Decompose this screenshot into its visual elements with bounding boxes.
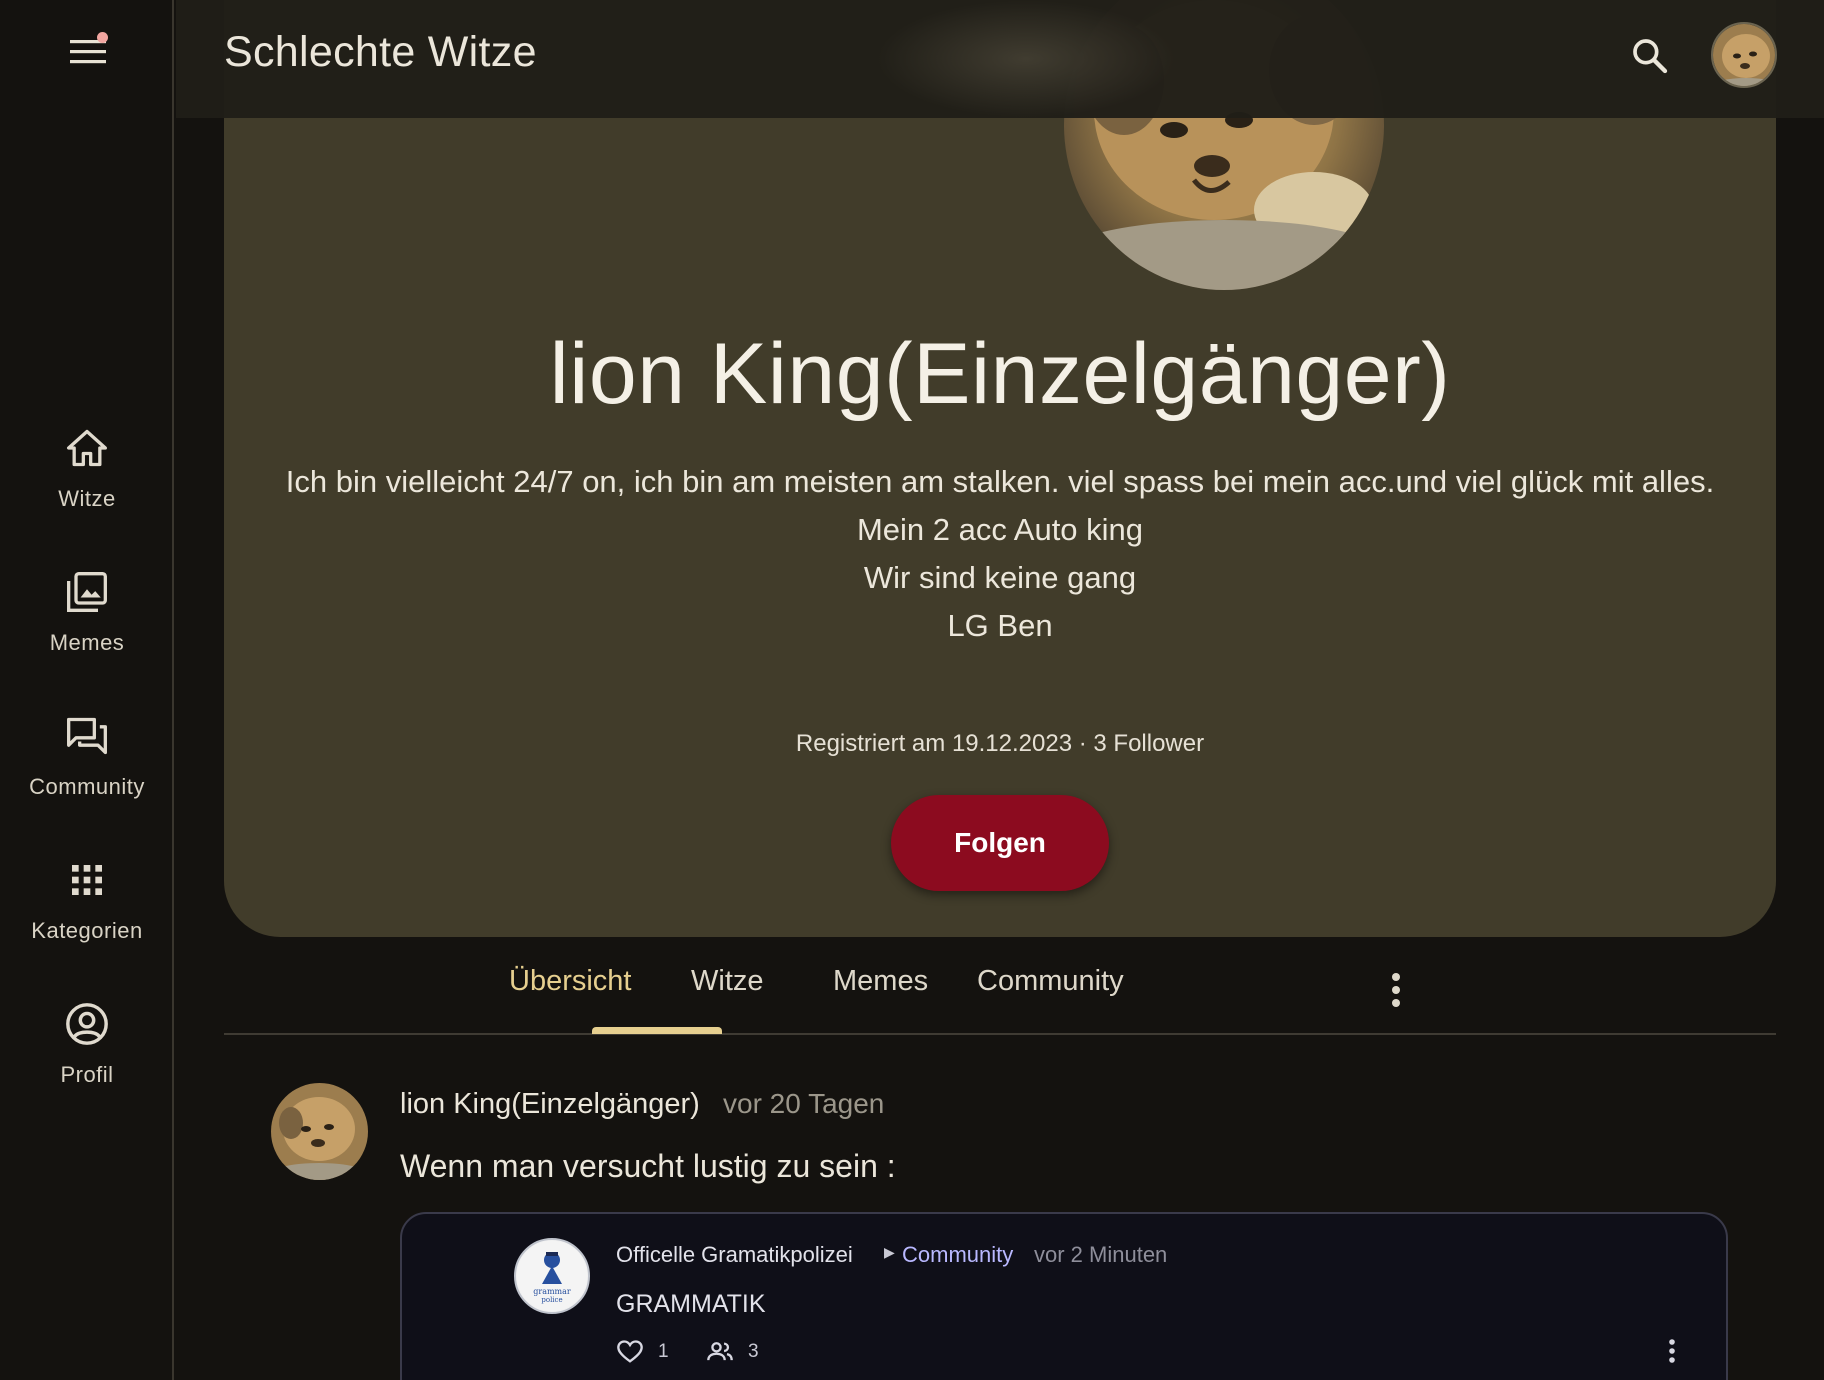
rail-item-memes[interactable]: Memes	[0, 568, 174, 688]
post-timestamp: vor 20 Tagen	[723, 1088, 885, 1119]
rail-item-profil[interactable]: Profil	[0, 1000, 174, 1120]
rail-label: Witze	[58, 486, 116, 511]
heart-icon	[617, 1340, 643, 1363]
search-button[interactable]	[1622, 28, 1678, 84]
tab-memes[interactable]: Memes	[833, 965, 928, 998]
embedded-post-card[interactable]: grammar police Officelle Gramatikpolizei…	[400, 1212, 1728, 1380]
profile-bio: Ich bin vielleicht 24/7 on, ich bin am m…	[284, 458, 1716, 650]
tab-witze[interactable]: Witze	[691, 965, 764, 998]
participants-button[interactable]: 3	[706, 1338, 759, 1366]
rail-item-kategorien[interactable]: Kategorien	[0, 856, 174, 976]
bio-line: LG Ben	[947, 608, 1053, 643]
rail-item-witze[interactable]: Witze	[0, 424, 174, 544]
bio-line: Ich bin vielleicht 24/7 on, ich bin am m…	[285, 464, 1715, 499]
embedded-community-link[interactable]: Community	[902, 1242, 1013, 1268]
embedded-timestamp: vor 2 Minuten	[1034, 1242, 1168, 1267]
rail-label: Profil	[60, 1062, 114, 1087]
breadcrumb-arrow-icon: ▶	[884, 1244, 895, 1260]
participant-count: 3	[748, 1341, 759, 1362]
like-count: 1	[658, 1341, 669, 1362]
home-icon	[63, 424, 111, 472]
embedded-author-name[interactable]: Officelle Gramatikpolizei	[616, 1242, 853, 1268]
bio-line: Mein 2 acc Auto king	[856, 512, 1144, 547]
navigation-rail: Witze Memes Community Kategorien Profil	[0, 0, 174, 1380]
forum-icon	[63, 712, 111, 760]
more-vert-icon	[1669, 1339, 1675, 1363]
top-app-bar: Schlechte Witze	[176, 0, 1824, 118]
rail-label: Memes	[49, 630, 125, 655]
rail-label: Community	[29, 774, 145, 799]
avatar-text-line: grammar	[533, 1287, 571, 1296]
bio-line: Wir sind keine gang	[863, 560, 1137, 595]
post-author-name[interactable]: lion King(Einzelgänger)	[400, 1088, 700, 1121]
profile-header-card: lion King(Einzelgänger) Ich bin vielleic…	[224, 0, 1776, 937]
header-glow	[876, 0, 1176, 118]
tab-uebersicht[interactable]: Übersicht	[509, 965, 632, 998]
image-library-icon	[63, 568, 111, 616]
like-button[interactable]: 1	[616, 1338, 669, 1366]
menu-button[interactable]	[60, 28, 116, 76]
tabs-more-button[interactable]	[1376, 965, 1416, 1015]
embedded-author-avatar[interactable]: grammar police	[514, 1238, 590, 1314]
more-vert-icon	[1392, 973, 1400, 1007]
tab-community[interactable]: Community	[977, 965, 1124, 998]
user-avatar-button[interactable]	[1711, 22, 1777, 88]
app-title: Schlechte Witze	[224, 28, 537, 76]
profile-meta: Registriert am 19.12.2023 · 3 Follower	[795, 730, 1205, 757]
people-icon	[707, 1342, 733, 1361]
notification-dot	[97, 32, 108, 43]
account-circle-icon	[63, 1000, 111, 1048]
profile-tabs: Übersicht Witze Memes Community	[224, 955, 1776, 1035]
avatar-text-line: police	[541, 1296, 562, 1304]
follow-button[interactable]: Folgen	[891, 795, 1109, 891]
search-icon	[1633, 39, 1668, 74]
post-author-avatar[interactable]	[271, 1083, 368, 1180]
profile-name: lion King(Einzelgänger)	[549, 326, 1451, 422]
rail-item-community[interactable]: Community	[0, 712, 174, 832]
post-text: Wenn man versucht lustig zu sein :	[400, 1148, 896, 1184]
embedded-post-text: GRAMMATIK	[616, 1290, 766, 1318]
embedded-more-button[interactable]	[1660, 1336, 1684, 1366]
active-tab-indicator	[592, 1027, 722, 1034]
rail-label: Kategorien	[31, 918, 143, 943]
grid-icon	[63, 856, 111, 904]
